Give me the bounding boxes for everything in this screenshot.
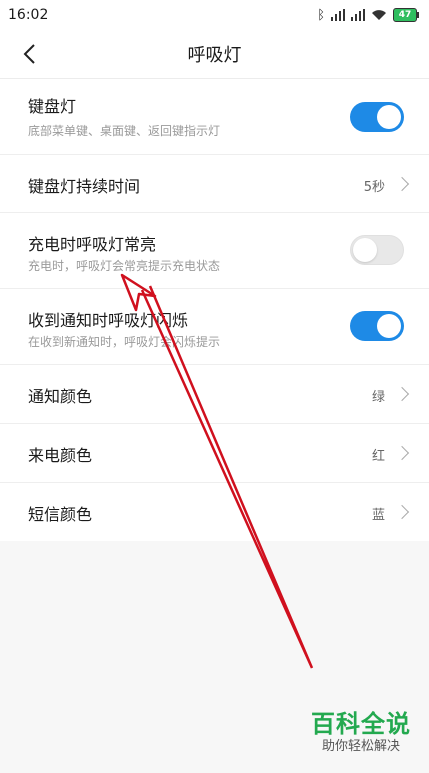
chevron-right-icon bbox=[394, 386, 410, 402]
back-arrow-icon[interactable] bbox=[18, 40, 44, 68]
row-subtitle: 底部菜单键、桌面键、返回键指示灯 bbox=[28, 124, 221, 138]
row-title: 充电时呼吸灯常亮 bbox=[28, 235, 157, 254]
row-title: 通知颜色 bbox=[28, 387, 93, 406]
keyboard-light-duration-row[interactable]: 键盘灯持续时间 5秒 bbox=[0, 155, 429, 213]
notification-blink-toggle[interactable] bbox=[350, 311, 404, 341]
row-title: 键盘灯 bbox=[28, 97, 77, 116]
charging-breathing-light-row[interactable]: 充电时呼吸灯常亮 充电时，呼吸灯会常亮提示充电状态 bbox=[0, 213, 429, 289]
wifi-icon bbox=[372, 10, 386, 20]
toggle-knob bbox=[377, 314, 401, 338]
row-value: 蓝 bbox=[371, 508, 385, 523]
notification-color-row[interactable]: 通知颜色 绿 bbox=[0, 365, 429, 424]
charging-breathing-light-toggle[interactable] bbox=[350, 235, 404, 265]
watermark-subtitle: 助你轻松解决 bbox=[321, 739, 400, 754]
battery-icon: 47 bbox=[393, 8, 419, 22]
sms-color-row[interactable]: 短信颜色 蓝 bbox=[0, 483, 429, 541]
settings-list: 键盘灯 底部菜单键、桌面键、返回键指示灯 键盘灯持续时间 5秒 充电时呼吸灯常亮… bbox=[0, 79, 429, 541]
chevron-right-icon bbox=[394, 176, 410, 192]
signal-icon bbox=[351, 9, 365, 21]
notification-blink-row[interactable]: 收到通知时呼吸灯闪烁 在收到新通知时，呼吸灯会闪烁提示 bbox=[0, 289, 429, 365]
status-bar: 16:02 ᛒ 47 bbox=[0, 0, 429, 30]
incoming-call-color-row[interactable]: 来电颜色 红 bbox=[0, 424, 429, 483]
row-title: 收到通知时呼吸灯闪烁 bbox=[28, 311, 189, 330]
keyboard-light-row[interactable]: 键盘灯 底部菜单键、桌面键、返回键指示灯 bbox=[0, 79, 429, 155]
status-icons: ᛒ 47 bbox=[317, 7, 419, 23]
status-time: 16:02 bbox=[8, 7, 49, 23]
toggle-knob bbox=[353, 238, 377, 262]
row-value: 红 bbox=[371, 449, 385, 464]
watermark-title: 百科全说 bbox=[311, 710, 411, 738]
toggle-knob bbox=[377, 105, 401, 129]
page-header: 呼吸灯 bbox=[0, 30, 429, 79]
row-subtitle: 充电时，呼吸灯会常亮提示充电状态 bbox=[28, 259, 221, 273]
signal-icon bbox=[331, 9, 345, 21]
row-value: 5秒 bbox=[363, 180, 385, 195]
keyboard-light-toggle[interactable] bbox=[350, 102, 404, 132]
row-subtitle: 在收到新通知时，呼吸灯会闪烁提示 bbox=[28, 335, 221, 349]
page-title: 呼吸灯 bbox=[187, 45, 242, 66]
watermark-logo: 百科全说 助你轻松解决 bbox=[300, 710, 422, 756]
chevron-right-icon bbox=[394, 504, 410, 520]
row-title: 来电颜色 bbox=[28, 446, 93, 465]
bluetooth-icon: ᛒ bbox=[317, 7, 325, 23]
row-title: 短信颜色 bbox=[28, 505, 93, 524]
chevron-right-icon bbox=[394, 445, 410, 461]
row-title: 键盘灯持续时间 bbox=[28, 177, 141, 196]
row-value: 绿 bbox=[371, 390, 385, 405]
